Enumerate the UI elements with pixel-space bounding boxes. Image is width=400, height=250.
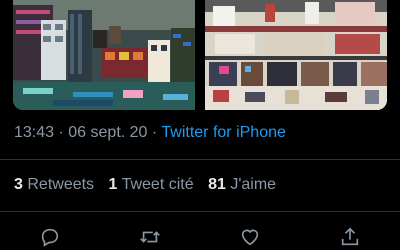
quotes-label: Tweet cité (121, 176, 194, 193)
lego-city-image (13, 0, 195, 110)
meta-separator: · (151, 124, 158, 141)
likes-count: 81 (208, 176, 226, 193)
tweet-time: 13:43 (14, 124, 55, 141)
retweet-icon (140, 231, 160, 243)
photo-lego-city[interactable] (13, 0, 195, 110)
share-icon (341, 227, 359, 246)
divider (0, 159, 400, 160)
like-icon (241, 229, 259, 246)
tweet-source-link[interactable]: Twitter for iPhone (161, 124, 286, 141)
like-button[interactable] (237, 224, 263, 250)
reply-icon (41, 228, 59, 247)
share-button[interactable] (337, 224, 363, 250)
tweet-timestamp: 13:43 · 06 sept. 20 · Twitter for iPhone (14, 124, 286, 142)
tweet-media (13, 0, 387, 110)
tweet-actions-bar (0, 224, 400, 250)
retweets-stat[interactable]: 3 Retweets (14, 176, 94, 193)
retweets-label: Retweets (27, 176, 95, 193)
tweet-stats: 3 Retweets 1 Tweet cité 81 J'aime (14, 176, 286, 194)
quotes-stat[interactable]: 1 Tweet cité (109, 176, 194, 193)
lego-shops-image (205, 0, 387, 110)
photo-lego-shops[interactable] (205, 0, 387, 110)
meta-separator: · (58, 124, 64, 141)
likes-stat[interactable]: 81 J'aime (208, 176, 276, 193)
retweet-button[interactable] (137, 224, 163, 250)
quotes-count: 1 (108, 176, 118, 193)
tweet-date: 06 sept. 20 (68, 124, 148, 141)
reply-button[interactable] (37, 224, 63, 250)
divider (0, 211, 400, 212)
retweets-count: 3 (14, 176, 23, 193)
likes-label: J'aime (230, 176, 277, 193)
